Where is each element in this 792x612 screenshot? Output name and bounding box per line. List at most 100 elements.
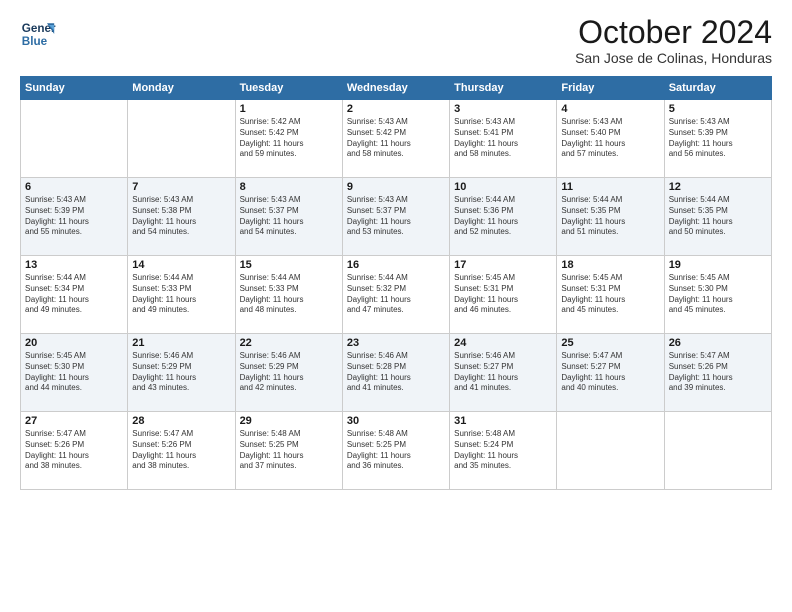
day-number: 6	[25, 181, 123, 193]
day-number: 31	[454, 415, 552, 427]
calendar-cell: 26 Sunrise: 5:47 AM Sunset: 5:26 PM Dayli…	[664, 334, 771, 412]
day-number: 7	[132, 181, 230, 193]
day-number: 26	[669, 337, 767, 349]
calendar-week-row: 13 Sunrise: 5:44 AM Sunset: 5:34 PM Dayli…	[21, 256, 772, 334]
calendar-week-row: 6 Sunrise: 5:43 AM Sunset: 5:39 PM Daylig…	[21, 178, 772, 256]
day-number: 2	[347, 103, 445, 115]
day-info: Sunrise: 5:47 AM Sunset: 5:26 PM Dayligh…	[132, 429, 230, 472]
calendar-cell: 10 Sunrise: 5:44 AM Sunset: 5:36 PM Dayli…	[450, 178, 557, 256]
day-number: 1	[240, 103, 338, 115]
calendar-cell: 4 Sunrise: 5:43 AM Sunset: 5:40 PM Daylig…	[557, 100, 664, 178]
day-number: 19	[669, 259, 767, 271]
day-number: 10	[454, 181, 552, 193]
day-info: Sunrise: 5:44 AM Sunset: 5:33 PM Dayligh…	[132, 273, 230, 316]
day-info: Sunrise: 5:44 AM Sunset: 5:32 PM Dayligh…	[347, 273, 445, 316]
calendar-cell	[128, 100, 235, 178]
day-number: 11	[561, 181, 659, 193]
day-number: 25	[561, 337, 659, 349]
day-number: 21	[132, 337, 230, 349]
weekday-header: Monday	[128, 77, 235, 100]
calendar-cell	[557, 412, 664, 490]
day-info: Sunrise: 5:46 AM Sunset: 5:29 PM Dayligh…	[132, 351, 230, 394]
day-info: Sunrise: 5:43 AM Sunset: 5:39 PM Dayligh…	[25, 195, 123, 238]
logo-icon: General Blue	[20, 16, 56, 52]
day-info: Sunrise: 5:48 AM Sunset: 5:25 PM Dayligh…	[347, 429, 445, 472]
calendar-cell: 9Sunrise: 5:43 AM Sunset: 5:37 PM Daylig…	[342, 178, 449, 256]
calendar-cell: 5Sunrise: 5:43 AM Sunset: 5:39 PM Daylig…	[664, 100, 771, 178]
day-number: 15	[240, 259, 338, 271]
calendar-cell: 1 Sunrise: 5:42 AM Sunset: 5:42 PM Daylig…	[235, 100, 342, 178]
weekday-header: Saturday	[664, 77, 771, 100]
day-info: Sunrise: 5:45 AM Sunset: 5:31 PM Dayligh…	[454, 273, 552, 316]
day-number: 24	[454, 337, 552, 349]
day-number: 23	[347, 337, 445, 349]
weekday-header: Tuesday	[235, 77, 342, 100]
day-number: 13	[25, 259, 123, 271]
day-number: 4	[561, 103, 659, 115]
location-title: San Jose de Colinas, Honduras	[575, 50, 772, 66]
day-number: 30	[347, 415, 445, 427]
day-info: Sunrise: 5:48 AM Sunset: 5:24 PM Dayligh…	[454, 429, 552, 472]
day-info: Sunrise: 5:45 AM Sunset: 5:30 PM Dayligh…	[669, 273, 767, 316]
day-number: 22	[240, 337, 338, 349]
weekday-header: Thursday	[450, 77, 557, 100]
day-number: 16	[347, 259, 445, 271]
day-info: Sunrise: 5:47 AM Sunset: 5:26 PM Dayligh…	[25, 429, 123, 472]
calendar-cell: 31 Sunrise: 5:48 AM Sunset: 5:24 PM Dayli…	[450, 412, 557, 490]
logo: General Blue	[20, 16, 56, 52]
svg-text:Blue: Blue	[22, 35, 48, 48]
calendar-cell: 17 Sunrise: 5:45 AM Sunset: 5:31 PM Dayli…	[450, 256, 557, 334]
calendar-cell: 14Sunrise: 5:44 AM Sunset: 5:33 PM Dayli…	[128, 256, 235, 334]
calendar-cell: 8 Sunrise: 5:43 AM Sunset: 5:37 PM Daylig…	[235, 178, 342, 256]
day-info: Sunrise: 5:46 AM Sunset: 5:29 PM Dayligh…	[240, 351, 338, 394]
calendar-cell: 6 Sunrise: 5:43 AM Sunset: 5:39 PM Daylig…	[21, 178, 128, 256]
calendar-cell: 2 Sunrise: 5:43 AM Sunset: 5:42 PM Daylig…	[342, 100, 449, 178]
calendar-cell	[21, 100, 128, 178]
day-info: Sunrise: 5:46 AM Sunset: 5:27 PM Dayligh…	[454, 351, 552, 394]
weekday-header: Friday	[557, 77, 664, 100]
day-info: Sunrise: 5:48 AM Sunset: 5:25 PM Dayligh…	[240, 429, 338, 472]
weekday-header: Sunday	[21, 77, 128, 100]
day-info: Sunrise: 5:44 AM Sunset: 5:35 PM Dayligh…	[669, 195, 767, 238]
calendar-cell: 12 Sunrise: 5:44 AM Sunset: 5:35 PM Dayli…	[664, 178, 771, 256]
day-info: Sunrise: 5:45 AM Sunset: 5:31 PM Dayligh…	[561, 273, 659, 316]
day-info: Sunrise: 5:43 AM Sunset: 5:39 PM Dayligh…	[669, 117, 767, 160]
day-info: Sunrise: 5:43 AM Sunset: 5:41 PM Dayligh…	[454, 117, 552, 160]
day-info: Sunrise: 5:44 AM Sunset: 5:33 PM Dayligh…	[240, 273, 338, 316]
day-number: 17	[454, 259, 552, 271]
day-number: 12	[669, 181, 767, 193]
calendar-page: General Blue October 2024 San Jose de Co…	[0, 0, 792, 612]
calendar-cell: 30 Sunrise: 5:48 AM Sunset: 5:25 PM Dayli…	[342, 412, 449, 490]
day-number: 8	[240, 181, 338, 193]
day-info: Sunrise: 5:47 AM Sunset: 5:26 PM Dayligh…	[669, 351, 767, 394]
calendar-table: SundayMondayTuesdayWednesdayThursdayFrid…	[20, 76, 772, 490]
day-info: Sunrise: 5:43 AM Sunset: 5:37 PM Dayligh…	[347, 195, 445, 238]
calendar-cell: 18 Sunrise: 5:45 AM Sunset: 5:31 PM Dayli…	[557, 256, 664, 334]
day-info: Sunrise: 5:42 AM Sunset: 5:42 PM Dayligh…	[240, 117, 338, 160]
calendar-cell: 13 Sunrise: 5:44 AM Sunset: 5:34 PM Dayli…	[21, 256, 128, 334]
day-number: 27	[25, 415, 123, 427]
day-info: Sunrise: 5:43 AM Sunset: 5:42 PM Dayligh…	[347, 117, 445, 160]
calendar-cell: 23Sunrise: 5:46 AM Sunset: 5:28 PM Dayli…	[342, 334, 449, 412]
day-info: Sunrise: 5:44 AM Sunset: 5:34 PM Dayligh…	[25, 273, 123, 316]
page-header: General Blue October 2024 San Jose de Co…	[20, 16, 772, 66]
calendar-cell: 7Sunrise: 5:43 AM Sunset: 5:38 PM Daylig…	[128, 178, 235, 256]
calendar-cell	[664, 412, 771, 490]
calendar-cell: 20Sunrise: 5:45 AM Sunset: 5:30 PM Dayli…	[21, 334, 128, 412]
calendar-week-row: 27 Sunrise: 5:47 AM Sunset: 5:26 PM Dayli…	[21, 412, 772, 490]
calendar-cell: 15 Sunrise: 5:44 AM Sunset: 5:33 PM Dayli…	[235, 256, 342, 334]
calendar-week-row: 20Sunrise: 5:45 AM Sunset: 5:30 PM Dayli…	[21, 334, 772, 412]
calendar-cell: 19 Sunrise: 5:45 AM Sunset: 5:30 PM Dayli…	[664, 256, 771, 334]
calendar-cell: 24 Sunrise: 5:46 AM Sunset: 5:27 PM Dayli…	[450, 334, 557, 412]
day-info: Sunrise: 5:43 AM Sunset: 5:40 PM Dayligh…	[561, 117, 659, 160]
day-info: Sunrise: 5:44 AM Sunset: 5:36 PM Dayligh…	[454, 195, 552, 238]
day-number: 28	[132, 415, 230, 427]
title-block: October 2024 San Jose de Colinas, Hondur…	[575, 16, 772, 66]
calendar-cell: 25Sunrise: 5:47 AM Sunset: 5:27 PM Dayli…	[557, 334, 664, 412]
day-number: 18	[561, 259, 659, 271]
day-info: Sunrise: 5:43 AM Sunset: 5:37 PM Dayligh…	[240, 195, 338, 238]
day-number: 3	[454, 103, 552, 115]
day-info: Sunrise: 5:44 AM Sunset: 5:35 PM Dayligh…	[561, 195, 659, 238]
calendar-cell: 3 Sunrise: 5:43 AM Sunset: 5:41 PM Daylig…	[450, 100, 557, 178]
month-title: October 2024	[575, 16, 772, 48]
